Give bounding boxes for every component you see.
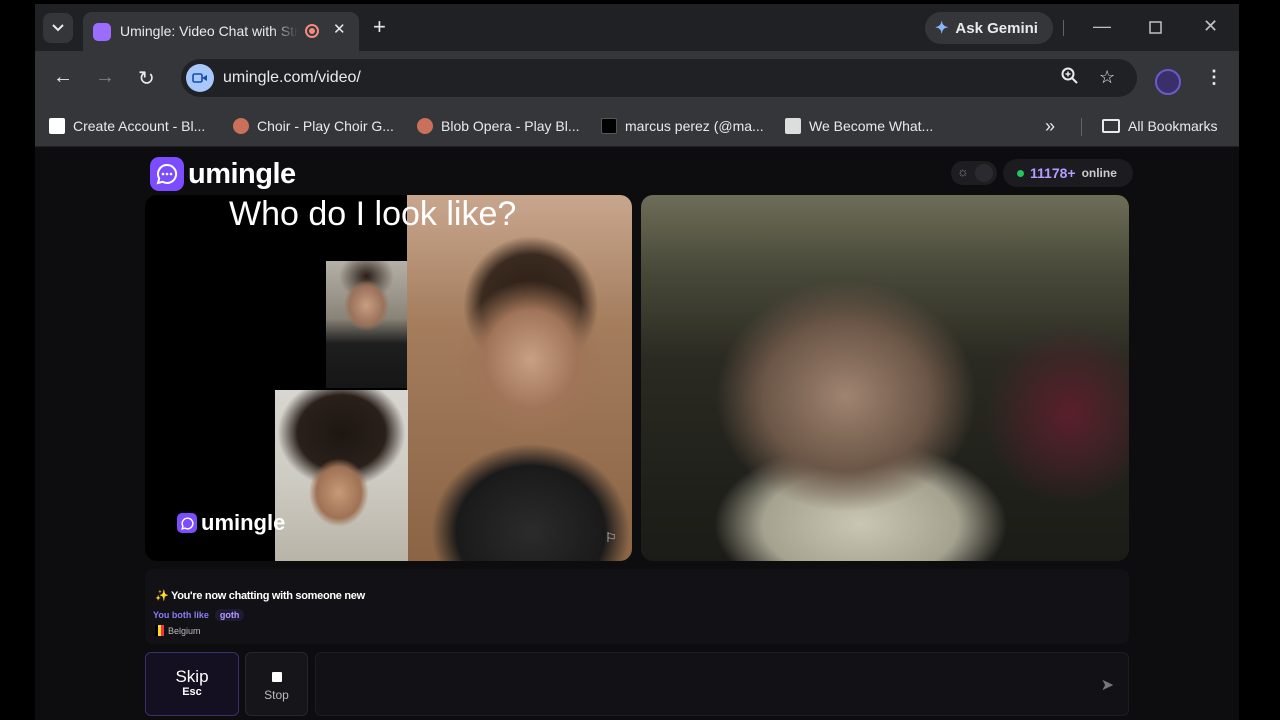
chat-log: ✨ You're now chatting with someone new Y… <box>145 569 1129 644</box>
bookmark-item[interactable]: marcus perez (@ma... <box>601 118 764 134</box>
bookmark-item[interactable]: We Become What... <box>785 118 933 134</box>
comparison-photo <box>275 390 408 561</box>
country-name: Belgium <box>168 625 201 636</box>
bookmark-item[interactable]: Create Account - Bl... <box>49 118 205 134</box>
stop-label: Stop <box>264 688 289 702</box>
recording-indicator-icon <box>305 24 319 38</box>
zoom-icon[interactable] <box>1061 67 1079 90</box>
maximize-icon[interactable] <box>1149 18 1162 39</box>
address-bar[interactable]: umingle.com/video/ ☆ <box>181 59 1137 97</box>
umingle-page: umingle ☼ 11178+ online Who do I look li… <box>35 147 1239 720</box>
skip-button[interactable]: Skip Esc <box>145 652 239 716</box>
forward-icon[interactable]: → <box>95 66 115 89</box>
tab-umingle[interactable]: Umingle: Video Chat with Strangers ✕ <box>83 12 359 51</box>
online-counter: 11178+ online <box>1003 159 1133 187</box>
online-count: 11178+ <box>1030 165 1076 181</box>
online-dot-icon <box>1017 169 1024 177</box>
all-bookmarks-label: All Bookmarks <box>1128 118 1218 134</box>
toggle-knob <box>975 164 993 182</box>
tiktok-icon <box>601 118 617 134</box>
online-label: online <box>1081 166 1117 180</box>
minimize-icon[interactable]: — <box>1093 16 1111 37</box>
common-interests: You both like goth <box>153 609 245 621</box>
all-bookmarks-button[interactable]: All Bookmarks <box>1102 118 1217 134</box>
bookmark-label: Blob Opera - Play Bl... <box>441 118 580 134</box>
bookmark-label: marcus perez (@ma... <box>625 118 764 134</box>
blob-opera-icon <box>417 118 433 134</box>
bookmark-label: Choir - Play Choir G... <box>257 118 394 134</box>
bookmark-star-icon[interactable]: ☆ <box>1099 67 1115 88</box>
ask-gemini-button[interactable]: ✦ Ask Gemini <box>925 12 1053 44</box>
stranger-camera-image <box>407 195 632 561</box>
bookmark-label: Create Account - Bl... <box>73 118 206 134</box>
bookmarks-bar: Create Account - Bl... Choir - Play Choi… <box>35 107 1239 147</box>
comparison-photo <box>326 261 407 388</box>
more-bookmarks-icon[interactable]: » <box>1045 116 1055 137</box>
divider <box>1063 20 1064 36</box>
folder-icon <box>1102 119 1120 133</box>
tab-search-button[interactable] <box>43 13 73 43</box>
browser-window: Umingle: Video Chat with Strangers ✕ + ✦… <box>35 4 1239 720</box>
chat-status: ✨ You're now chatting with someone new <box>155 590 365 602</box>
menu-icon[interactable]: ⋮ <box>1205 67 1223 88</box>
stranger-video: Who do I look like? umingle ⚐ <box>145 195 632 561</box>
new-tab-button[interactable]: + <box>373 14 386 40</box>
umingle-favicon-icon <box>93 23 111 41</box>
reload-icon[interactable]: ↻ <box>138 66 155 91</box>
bookmark-item[interactable]: Choir - Play Choir G... <box>233 118 394 134</box>
close-window-icon[interactable]: ✕ <box>1203 16 1218 37</box>
stop-button[interactable]: Stop <box>245 652 308 716</box>
tab-title: Umingle: Video Chat with Strangers <box>120 23 298 39</box>
send-icon[interactable]: ➤ <box>1101 675 1114 695</box>
chevron-down-icon <box>52 24 64 32</box>
sun-icon: ☼ <box>957 164 969 179</box>
chat-bubble-icon <box>177 513 197 533</box>
site-logo[interactable]: umingle <box>150 157 296 191</box>
tab-strip: Umingle: Video Chat with Strangers ✕ + ✦… <box>35 4 1239 51</box>
site-info-icon[interactable] <box>186 64 214 92</box>
interests-prefix: You both like <box>153 610 209 620</box>
divider <box>1081 118 1082 136</box>
gemini-star-icon: ✦ <box>935 20 949 37</box>
bookmark-label: We Become What... <box>809 118 934 134</box>
skip-shortcut: Esc <box>182 686 202 698</box>
message-input[interactable]: ➤ <box>315 652 1129 716</box>
watermark-text: umingle <box>201 510 286 535</box>
back-icon[interactable]: ← <box>53 66 73 89</box>
profile-avatar[interactable] <box>1155 69 1181 95</box>
chat-bubble-icon <box>150 157 184 191</box>
ask-gemini-label: Ask Gemini <box>955 19 1038 37</box>
stranger-country: Belgium <box>155 625 201 636</box>
account-icon <box>49 118 65 134</box>
close-tab-icon[interactable]: ✕ <box>333 20 346 38</box>
bookmark-item[interactable]: Blob Opera - Play Bl... <box>417 118 580 134</box>
browser-toolbar: ← → ↻ umingle.com/video/ ☆ ⋮ <box>35 51 1239 107</box>
interest-tag: goth <box>214 609 245 621</box>
url-text[interactable]: umingle.com/video/ <box>223 69 361 87</box>
video-caption: Who do I look like? <box>229 195 517 233</box>
umingle-watermark: umingle <box>177 510 285 536</box>
theme-toggle[interactable]: ☼ <box>951 161 997 185</box>
report-flag-icon[interactable]: ⚐ <box>605 530 617 546</box>
belgium-flag-icon <box>155 625 164 636</box>
logo-text: umingle <box>188 157 296 190</box>
skip-label: Skip <box>175 667 209 686</box>
game-icon <box>785 118 801 134</box>
choir-icon <box>233 118 249 134</box>
stop-icon <box>271 672 282 682</box>
self-video <box>641 195 1129 561</box>
